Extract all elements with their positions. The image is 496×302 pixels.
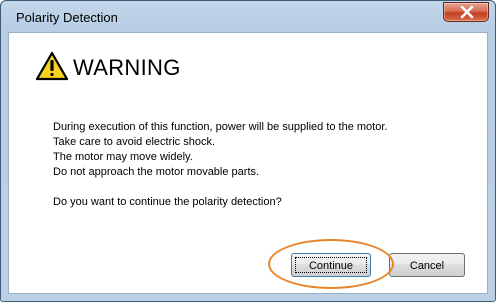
cancel-button-label: Cancel <box>409 260 445 272</box>
message-line: Do not approach the motor movable parts. <box>53 166 260 178</box>
close-button[interactable] <box>443 2 489 22</box>
close-icon <box>460 6 474 19</box>
dialog-content: WARNING During execution of this functio… <box>8 32 488 294</box>
warning-heading: WARNING <box>73 55 181 80</box>
message-line: During execution of this function, power… <box>53 121 388 133</box>
cancel-button[interactable]: Cancel <box>389 253 465 277</box>
confirmation-question: Do you want to continue the polarity det… <box>53 196 282 208</box>
message-line: The motor may move widely. <box>53 151 193 163</box>
window-title: Polarity Detection <box>16 10 118 25</box>
title-bar[interactable]: Polarity Detection <box>1 1 495 32</box>
message-line: Take care to avoid electric shock. <box>53 136 216 148</box>
warning-triangle-icon <box>35 51 69 81</box>
highlight-ellipse <box>268 239 394 289</box>
dialog-window: Polarity Detection WARNING During execut… <box>0 0 496 302</box>
